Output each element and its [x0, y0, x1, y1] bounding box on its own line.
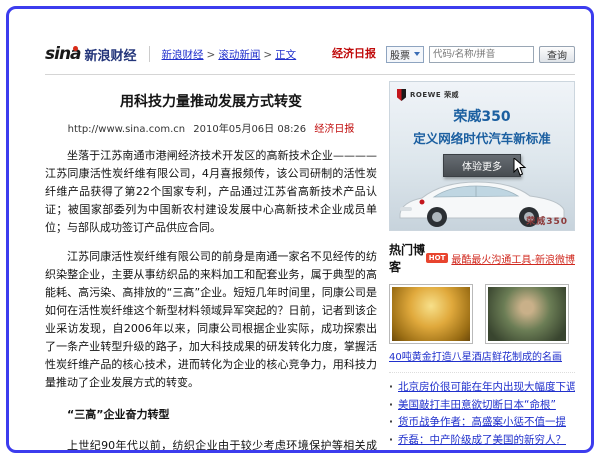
article-paragraph: 江苏同康活性炭纤维有限公司的前身是南通一家名不见经传的纺织染整企业，主要从事纺织…	[45, 248, 377, 392]
article-column: 用科技力量推动发展方式转变 http://www.sina.com.cn 201…	[45, 81, 377, 453]
sina-finance-logo-text[interactable]: 新浪财经	[85, 45, 137, 64]
roewe-brand-text: ROEWE 荣威	[410, 90, 459, 100]
blog-photo-item: 鲜花制成的名画	[485, 284, 569, 363]
breadcrumb-finance[interactable]: 新浪财经	[162, 49, 204, 61]
article-paragraph: 坐落于江苏南通市港闸经济技术开发区的高新技术企业————江苏同康活性炭纤维有限公…	[45, 147, 377, 237]
hot-badge: HOT	[426, 253, 449, 263]
gold-hotel-caption-link[interactable]: 40吨黄金打造八星酒店	[389, 348, 473, 363]
blog-link[interactable]: 美国敲打丰田意欲切断日本“命根”	[396, 399, 556, 411]
hot-blog-section: 热门博客 HOT 最酷最火沟通工具-新浪微博 40吨黄金打造八星酒店 鲜花制成的…	[389, 241, 575, 453]
stock-type-select[interactable]: 股票	[386, 46, 424, 63]
roewe-ad-banner[interactable]: ROEWE 荣威 荣威350 定义网络时代汽车新标准 体验更多	[389, 81, 575, 231]
list-item: 四月份A股市场何以成为全球最差股市	[389, 449, 575, 453]
blog-link[interactable]: 四月份A股市场何以成为全球最差股市	[396, 451, 573, 453]
list-item: 货币战争作者：高盛案小惩不值一提	[389, 414, 575, 432]
article-url: http://www.sina.com.cn	[68, 124, 185, 135]
list-item: 北京房价很可能在年内出现大幅度下调	[389, 379, 575, 397]
breadcrumb: 新浪财经>滚动新闻>正文	[162, 47, 297, 62]
stock-search-button[interactable]: 查询	[539, 46, 575, 63]
blog-link[interactable]: 货币战争作者：高盛案小惩不值一提	[396, 416, 566, 428]
flower-painting-photo[interactable]	[485, 284, 569, 344]
breadcrumb-separator: >	[207, 49, 216, 61]
ad-headline-slogan: 定义网络时代汽车新标准	[390, 128, 574, 147]
article-paragraph: 上世纪90年代以前，纺织企业由于较少考虑环境保护等相关成本，染整行业经营比较平稳…	[45, 437, 377, 453]
roewe-shield-icon	[397, 89, 406, 101]
weibo-promo-link[interactable]: 最酷最火沟通工具-新浪微博	[451, 251, 575, 266]
roewe-logo: ROEWE 荣威	[397, 89, 459, 101]
list-item: 乔磊：中产阶级成了美国的新穷人？	[389, 432, 575, 450]
stock-type-value: 股票	[390, 47, 410, 62]
list-item: 美国敲打丰田意欲切断日本“命根”	[389, 397, 575, 415]
header-divider	[149, 46, 150, 62]
hot-blog-list: 北京房价很可能在年内出现大幅度下调 美国敲打丰田意欲切断日本“命根” 货币战争作…	[389, 372, 575, 453]
header-rule	[45, 74, 575, 75]
gold-hotel-photo[interactable]	[389, 284, 473, 344]
breadcrumb-rolling-news[interactable]: 滚动新闻	[218, 49, 260, 61]
breadcrumb-article[interactable]: 正文	[275, 49, 296, 61]
flower-painting-caption-link[interactable]: 鲜花制成的名画	[485, 348, 569, 363]
media-partner-logo: 经济日报	[332, 49, 376, 59]
ad-model-mark: 荣威350	[526, 214, 568, 227]
article-datetime: 2010年05月06日 08:26	[193, 124, 306, 135]
blog-link[interactable]: 乔磊：中产阶级成了美国的新穷人？	[396, 434, 566, 446]
article-source-link[interactable]: 经济日报	[314, 124, 354, 135]
blog-link[interactable]: 北京房价很可能在年内出现大幅度下调	[396, 381, 575, 393]
hot-blog-title: 热门博客	[389, 241, 426, 275]
paragraph-text: 上世纪90年代以前，纺织企业由于较少考虑环境保护等相关成本，染整行业经营比较平稳…	[45, 439, 377, 453]
article-byline: http://www.sina.com.cn 2010年05月06日 08:26…	[45, 120, 377, 135]
page-frame: sina 新浪财经 新浪财经>滚动新闻>正文 经济日报 股票 查询 用科技力量推…	[6, 6, 594, 453]
page-title: 用科技力量推动发展方式转变	[55, 91, 367, 111]
stock-search-input[interactable]	[429, 46, 534, 63]
blog-photo-item: 40吨黄金打造八星酒店	[389, 284, 473, 363]
breadcrumb-separator: >	[263, 49, 272, 61]
sidebar: ROEWE 荣威 荣威350 定义网络时代汽车新标准 体验更多	[389, 81, 575, 453]
header: sina 新浪财经 新浪财经>滚动新闻>正文 经济日报 股票 查询	[45, 41, 575, 67]
chevron-down-icon	[414, 52, 420, 56]
ad-headline-model: 荣威350	[390, 106, 574, 126]
article-subheading: “三高”企业奋力转型	[45, 406, 377, 424]
